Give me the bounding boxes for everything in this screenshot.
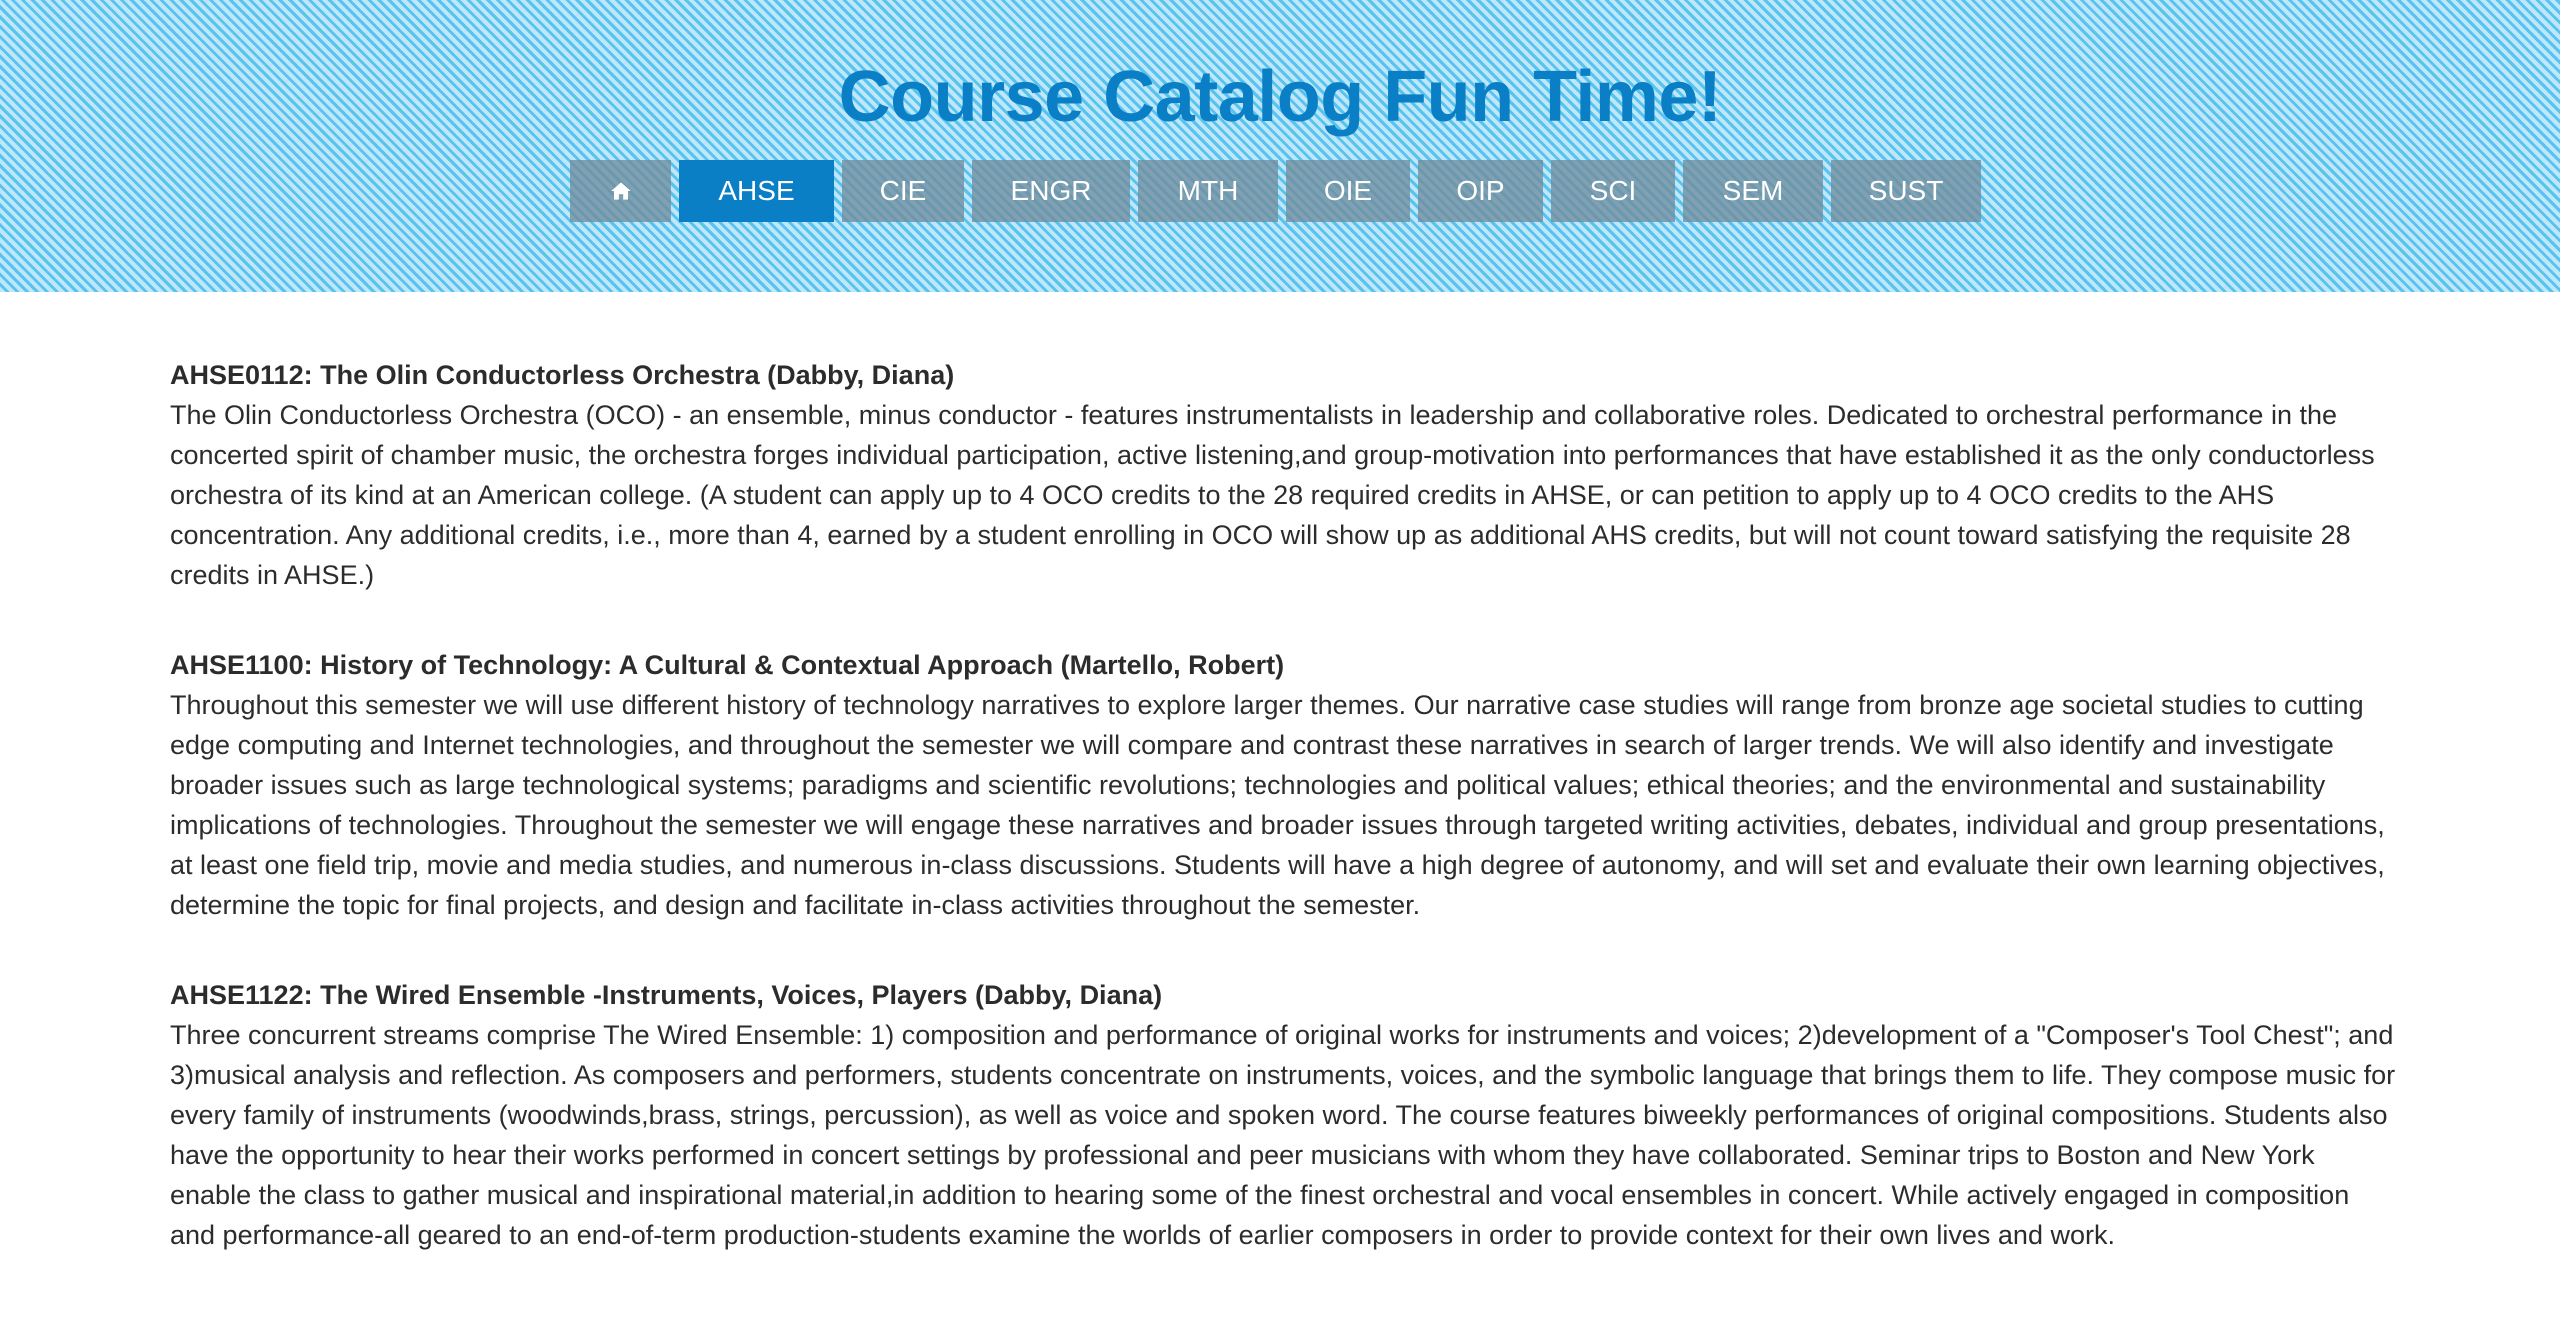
- course-heading: AHSE1122: The Wired Ensemble -Instrument…: [170, 980, 1163, 1010]
- course-description: The Olin Conductorless Orchestra (OCO) -…: [170, 400, 2375, 590]
- home-icon: [610, 182, 631, 200]
- tab-mth[interactable]: MTH: [1138, 160, 1278, 222]
- tab-oip[interactable]: OIP: [1418, 160, 1543, 222]
- course-entry: AHSE1100: History of Technology: A Cultu…: [170, 645, 2400, 925]
- course-heading: AHSE1100: History of Technology: A Cultu…: [170, 650, 1285, 680]
- tab-cie[interactable]: CIE: [842, 160, 964, 222]
- tab-sci[interactable]: SCI: [1551, 160, 1675, 222]
- course-heading: AHSE0112: The Olin Conductorless Orchest…: [170, 360, 955, 390]
- tab-engr[interactable]: ENGR: [972, 160, 1130, 222]
- header-banner: Course Catalog Fun Time! AHSE CIE ENGR M…: [0, 0, 2560, 292]
- course-description: Three concurrent streams comprise The Wi…: [170, 1020, 2396, 1250]
- tab-sust[interactable]: SUST: [1831, 160, 1981, 222]
- department-nav: AHSE CIE ENGR MTH OIE OIP SCI SEM SUST: [570, 160, 1981, 222]
- page-title: Course Catalog Fun Time!: [838, 57, 1722, 137]
- home-button[interactable]: [570, 160, 671, 222]
- tab-ahse[interactable]: AHSE: [679, 160, 834, 222]
- course-entry: AHSE1122: The Wired Ensemble -Instrument…: [170, 975, 2400, 1255]
- tab-sem[interactable]: SEM: [1683, 160, 1823, 222]
- tab-oie[interactable]: OIE: [1286, 160, 1410, 222]
- course-list: AHSE0112: The Olin Conductorless Orchest…: [170, 355, 2400, 1305]
- course-description: Throughout this semester we will use dif…: [170, 690, 2385, 920]
- course-entry: AHSE0112: The Olin Conductorless Orchest…: [170, 355, 2400, 595]
